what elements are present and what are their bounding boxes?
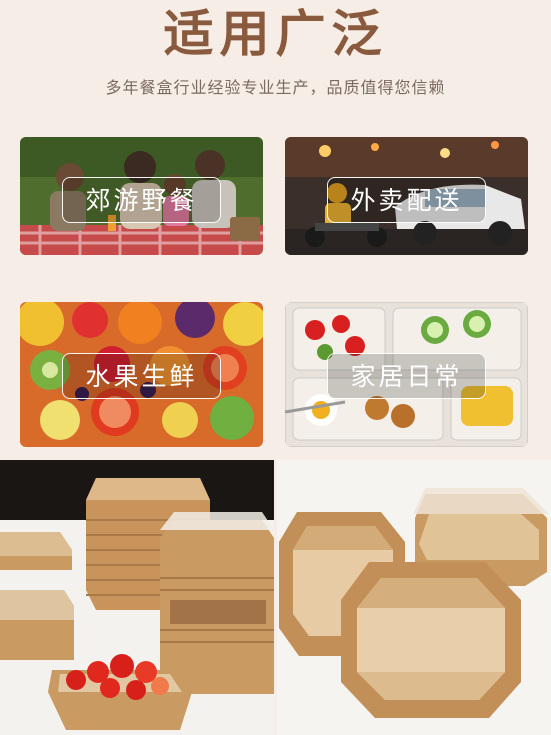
scene-tile-home-meal: 家居日常 bbox=[285, 302, 528, 447]
scene-label-fruit: 水果生鲜 bbox=[62, 353, 221, 399]
product-photo-stacked-boxes bbox=[0, 460, 274, 735]
scene-tile-fruit: 水果生鲜 bbox=[20, 302, 263, 447]
scene-label-picnic: 郊游野餐 bbox=[62, 177, 221, 223]
product-photo-open-boxes bbox=[277, 460, 551, 735]
scene-label-home-meal: 家居日常 bbox=[327, 353, 486, 399]
scene-tile-picnic: 郊游野餐 bbox=[20, 137, 263, 255]
kraft-box-stack-icon bbox=[0, 460, 274, 735]
kraft-box-open-icon bbox=[277, 460, 551, 735]
page-title: 适用广泛 bbox=[163, 5, 388, 63]
page-subtitle: 多年餐盒行业经验专业生产，品质值得您信赖 bbox=[105, 78, 446, 97]
scene-label-delivery: 外卖配送 bbox=[327, 177, 486, 223]
scene-tile-delivery: 外卖配送 bbox=[285, 137, 528, 255]
product-page: 适用广泛 多年餐盒行业经验专业生产，品质值得您信赖 郊游野餐 外卖配送 水果生鲜… bbox=[0, 0, 551, 735]
